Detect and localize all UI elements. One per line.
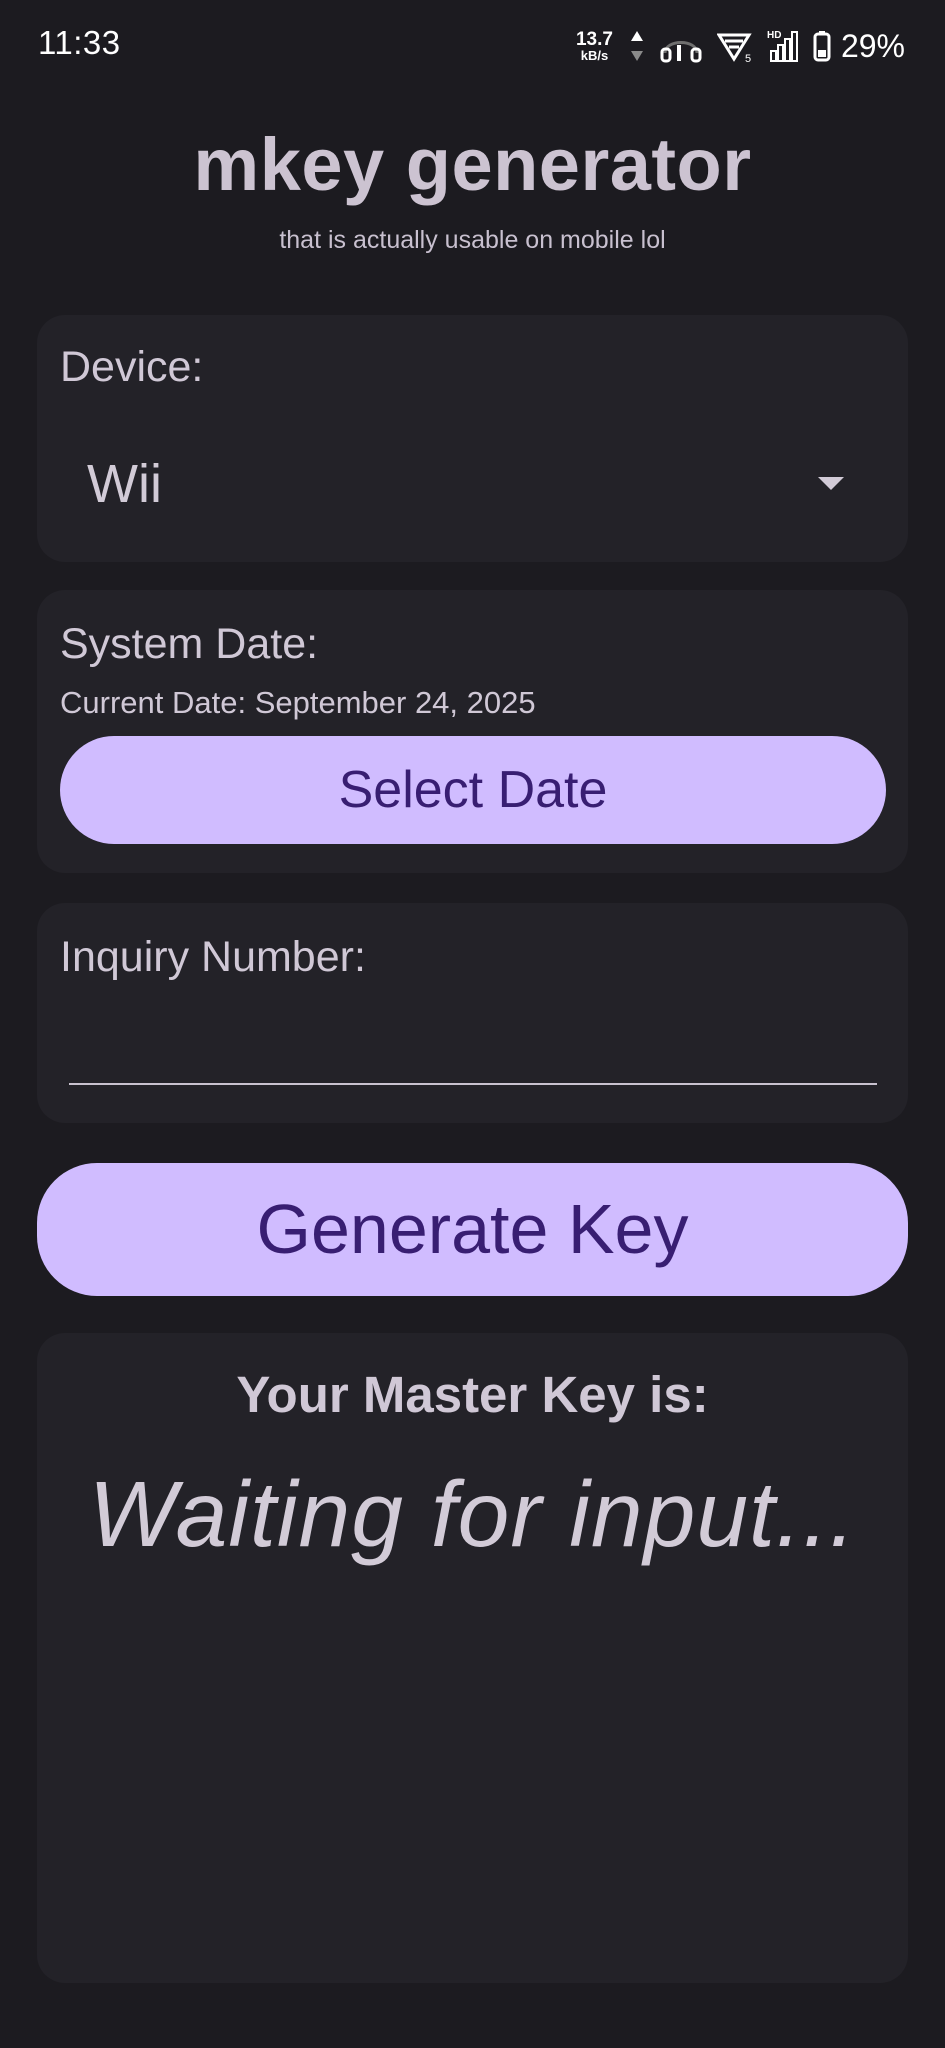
headphones-icon (659, 29, 703, 63)
device-card: Device: Wii (37, 315, 908, 562)
status-icons: 13.7 kB/s 5 HD 29% (576, 26, 905, 66)
device-selected-value: Wii (87, 454, 162, 514)
network-speed: 13.7 kB/s (576, 30, 613, 62)
device-label: Device: (60, 343, 204, 391)
status-bar: 11:33 13.7 kB/s 5 HD 29% (0, 0, 945, 92)
inquiry-card: Inquiry Number: (37, 903, 908, 1123)
wifi-badge: 5 (745, 53, 751, 63)
select-date-button[interactable]: Select Date (60, 736, 886, 844)
current-date-text: Current Date: September 24, 2025 (60, 685, 536, 720)
status-time: 11:33 (38, 24, 121, 61)
data-activity-icon (629, 29, 645, 63)
network-speed-value: 13.7 (575, 29, 613, 50)
master-key-label: Your Master Key is: (236, 1366, 709, 1423)
device-dropdown[interactable]: Wii (37, 435, 908, 535)
app-title: mkey generator (193, 123, 752, 206)
inquiry-label: Inquiry Number: (60, 933, 366, 981)
master-key-value: Waiting for input... (88, 1462, 857, 1566)
app-subtitle: that is actually usable on mobile lol (279, 226, 666, 254)
system-date-label: System Date: (60, 620, 319, 668)
dropdown-arrow-icon (818, 477, 844, 490)
wifi-icon: 5 (716, 29, 753, 63)
generate-key-button[interactable]: Generate Key (37, 1163, 908, 1296)
cellular-signal-icon: HD (767, 29, 799, 63)
battery-percent: 29% (840, 27, 905, 64)
system-date-card: System Date: Current Date: September 24,… (37, 590, 908, 873)
master-key-card: Your Master Key is: Waiting for input... (37, 1333, 908, 1983)
signal-hd-label: HD (767, 30, 781, 41)
battery-icon (813, 30, 831, 62)
inquiry-number-input[interactable] (69, 1015, 877, 1085)
network-speed-unit: kB/s (580, 48, 609, 63)
